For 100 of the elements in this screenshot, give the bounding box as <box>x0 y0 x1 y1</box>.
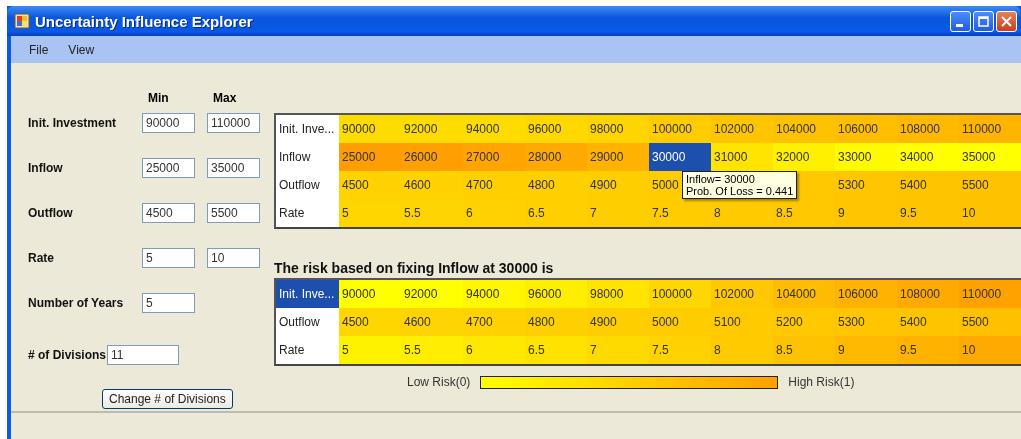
table-cell[interactable]: 4800 <box>525 308 587 336</box>
field-label: Inflow <box>28 160 64 175</box>
table-cell[interactable]: 4800 <box>525 171 587 199</box>
table-cell[interactable]: 94000 <box>463 280 525 308</box>
table-cell[interactable]: 90000 <box>339 115 401 143</box>
table-cell[interactable]: 106000 <box>835 280 897 308</box>
column-header: Max <box>212 91 238 105</box>
table-cell[interactable]: 6 <box>463 199 525 227</box>
input-field[interactable]: 11 <box>107 345 180 365</box>
field-label: # of Divisions <box>28 348 107 362</box>
field-label: Init. Investment <box>28 115 117 130</box>
close-icon <box>1001 15 1012 27</box>
table-cell[interactable]: 108000 <box>897 115 959 143</box>
input-field[interactable]: 90000 <box>142 113 195 133</box>
minimize-icon <box>955 23 963 27</box>
input-field[interactable]: 4500 <box>142 203 195 223</box>
maximize-button[interactable] <box>973 10 994 32</box>
table-cell[interactable]: 25000 <box>339 143 401 171</box>
table-cell[interactable]: 7.5 <box>649 199 711 227</box>
table-cell[interactable]: 5.5 <box>401 199 463 227</box>
table-cell[interactable]: 104000 <box>773 115 835 143</box>
table-cell[interactable]: 5000 <box>649 308 711 336</box>
table-cell[interactable]: 102000 <box>711 115 773 143</box>
table-cell[interactable]: 8.5 <box>773 336 835 364</box>
table-cell[interactable]: 6.5 <box>525 336 587 364</box>
table-cell[interactable]: 4900 <box>587 171 649 199</box>
table-cell[interactable]: 104000 <box>773 280 835 308</box>
table-cell[interactable]: 4600 <box>401 171 463 199</box>
table-cell[interactable]: 98000 <box>587 280 649 308</box>
menu-item[interactable]: View <box>60 40 103 59</box>
table-cell[interactable]: 35000 <box>959 143 1021 171</box>
table-cell[interactable]: 92000 <box>401 280 463 308</box>
field-label: Outflow <box>28 205 74 220</box>
table-cell[interactable]: 7 <box>587 336 649 364</box>
table-cell[interactable]: 108000 <box>897 280 959 308</box>
table-cell[interactable]: 4500 <box>339 171 401 199</box>
row-header[interactable]: Init. Inve... <box>276 280 339 308</box>
table-cell[interactable]: 4700 <box>463 171 525 199</box>
input-field[interactable]: 5500 <box>207 203 260 223</box>
table-cell[interactable]: 31000 <box>711 143 773 171</box>
input-field[interactable]: 110000 <box>207 113 260 133</box>
table-cell[interactable]: 100000 <box>649 115 711 143</box>
table-cell[interactable]: 5400 <box>897 308 959 336</box>
table-cell[interactable]: 4700 <box>463 308 525 336</box>
table-cell[interactable]: 5 <box>339 199 401 227</box>
table-cell[interactable]: 28000 <box>525 143 587 171</box>
table-cell[interactable]: 102000 <box>711 280 773 308</box>
table-cell[interactable]: 110000 <box>959 280 1021 308</box>
table-cell[interactable]: 7 <box>587 199 649 227</box>
table-cell[interactable]: 27000 <box>463 143 525 171</box>
table-cell[interactable]: 98000 <box>587 115 649 143</box>
table-cell[interactable]: 7.5 <box>649 336 711 364</box>
minimize-button[interactable] <box>950 10 971 32</box>
change-divisions-button[interactable]: Change # of Divisions <box>102 389 233 409</box>
table-cell[interactable]: 94000 <box>463 115 525 143</box>
table-cell[interactable]: 100000 <box>649 280 711 308</box>
table-cell[interactable]: 5400 <box>897 171 959 199</box>
table-cell[interactable]: 32000 <box>773 143 835 171</box>
table-cell[interactable]: 96000 <box>525 115 587 143</box>
table-cell[interactable]: 5500 <box>959 171 1021 199</box>
table-cell[interactable]: 26000 <box>401 143 463 171</box>
table-cell[interactable]: 6 <box>463 336 525 364</box>
menu-item[interactable]: File <box>21 40 57 59</box>
table-cell[interactable]: 90000 <box>339 280 401 308</box>
table-cell[interactable]: 6.5 <box>525 199 587 227</box>
table-cell[interactable]: 5500 <box>959 308 1021 336</box>
table-cell[interactable]: 4900 <box>587 308 649 336</box>
table-cell[interactable]: 8 <box>711 336 773 364</box>
legend-label: Low Risk(0) <box>407 375 471 389</box>
input-field[interactable]: 5 <box>142 248 195 268</box>
close-button[interactable] <box>996 10 1017 32</box>
table-cell[interactable]: 9 <box>835 199 897 227</box>
table-cell[interactable]: 10 <box>959 199 1021 227</box>
table-cell[interactable]: 8 <box>711 199 773 227</box>
table-cell[interactable]: 5200 <box>773 308 835 336</box>
table-cell[interactable]: 5100 <box>711 308 773 336</box>
table-cell[interactable]: 4500 <box>339 308 401 336</box>
table-cell[interactable]: 92000 <box>401 115 463 143</box>
table-cell[interactable]: 5300 <box>835 171 897 199</box>
table-cell[interactable]: 30000 <box>649 143 711 171</box>
table-cell[interactable]: 110000 <box>959 115 1021 143</box>
table-cell[interactable]: 9.5 <box>897 336 959 364</box>
table-cell[interactable]: 106000 <box>835 115 897 143</box>
table-cell[interactable]: 9.5 <box>897 199 959 227</box>
input-field[interactable]: 5 <box>142 293 195 313</box>
table-cell[interactable]: 34000 <box>897 143 959 171</box>
table-cell[interactable]: 4600 <box>401 308 463 336</box>
table-cell[interactable]: 29000 <box>587 143 649 171</box>
input-field[interactable]: 10 <box>207 248 260 268</box>
table-cell[interactable]: 10 <box>959 336 1021 364</box>
table-cell[interactable]: 33000 <box>835 143 897 171</box>
input-field[interactable]: 25000 <box>142 158 195 178</box>
window-title: Uncertainty Influence Explorer <box>35 12 254 30</box>
table-cell[interactable]: 5.5 <box>401 336 463 364</box>
table-cell[interactable]: 9 <box>835 336 897 364</box>
table-cell[interactable]: 8.5 <box>773 199 835 227</box>
table-cell[interactable]: 96000 <box>525 280 587 308</box>
table-cell[interactable]: 5300 <box>835 308 897 336</box>
table-cell[interactable]: 5 <box>339 336 401 364</box>
input-field[interactable]: 35000 <box>207 158 260 178</box>
